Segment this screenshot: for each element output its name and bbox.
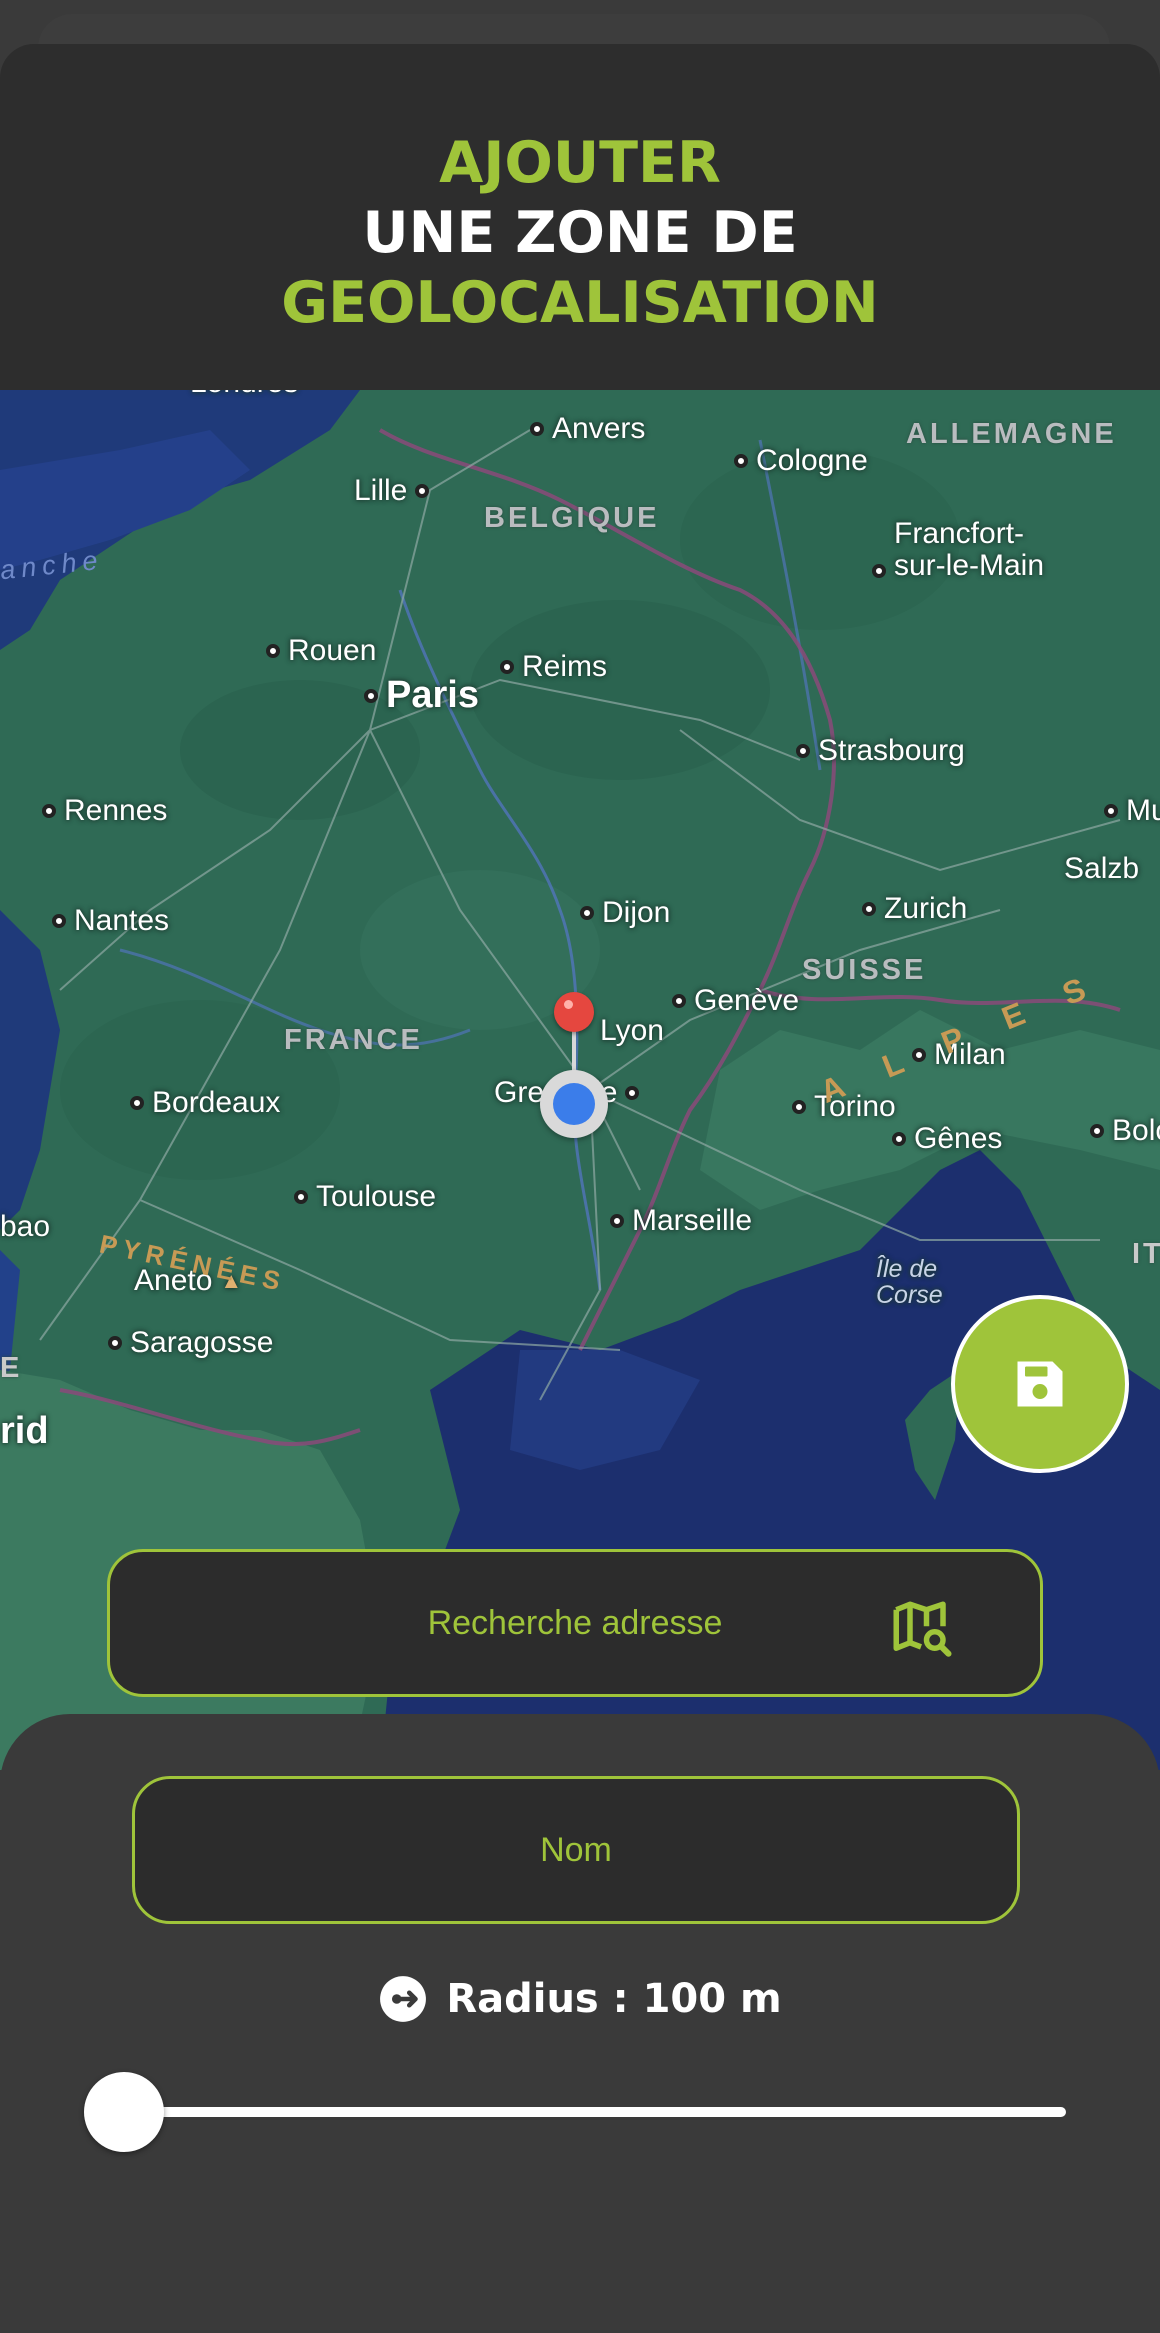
city-label-mu: Mu xyxy=(1104,794,1160,828)
city-label-francfort: Francfort- sur-le-Main xyxy=(872,518,1044,582)
header: AJOUTER UNE ZONE DE GEOLOCALISATION xyxy=(0,44,1160,390)
radius-row: Radius : 100 m xyxy=(0,1974,1160,2024)
bottom-panel: Radius : 100 m xyxy=(0,1714,1160,2333)
city-label-strasbourg: Strasbourg xyxy=(796,734,965,768)
pin-head-icon xyxy=(554,992,594,1032)
city-label-bilbao: bao xyxy=(0,1210,51,1243)
save-button[interactable] xyxy=(951,1295,1129,1473)
city-label-bolo: Bolo xyxy=(1090,1114,1160,1148)
city-label-paris: Paris xyxy=(364,674,479,717)
city-label-salzb: Salzb xyxy=(1064,852,1140,885)
screen: AJOUTER UNE ZONE DE GEOLOCALISATION Anve… xyxy=(0,0,1160,2333)
title-line-1: AJOUTER xyxy=(439,130,721,196)
city-label-nantes: Nantes xyxy=(52,904,169,938)
city-label-saragosse: Saragosse xyxy=(108,1326,273,1360)
title-line-3: GEOLOCALISATION xyxy=(281,270,879,336)
country-label-italie: IT xyxy=(1132,1238,1160,1270)
radius-label: Radius : 100 m xyxy=(446,1976,782,2022)
address-search-bar[interactable]: Recherche adresse xyxy=(107,1549,1043,1697)
city-label-rennes: Rennes xyxy=(42,794,167,828)
address-search-input[interactable]: Recherche adresse xyxy=(428,1604,723,1643)
city-label-genes: Gênes xyxy=(892,1122,1002,1156)
city-label-dijon: Dijon xyxy=(580,896,670,930)
slider-track[interactable] xyxy=(124,2107,1066,2117)
name-input[interactable] xyxy=(135,1830,1017,1870)
name-field[interactable] xyxy=(132,1776,1020,1924)
city-label-reims: Reims xyxy=(500,650,607,684)
country-label-allemagne: ALLEMAGNE xyxy=(906,418,1117,450)
slider-knob[interactable] xyxy=(84,2072,164,2152)
city-label-geneve: Genève xyxy=(672,984,799,1018)
city-label-anvers: Anvers xyxy=(530,412,645,446)
country-label-espagne: E xyxy=(0,1352,23,1384)
map-search-icon[interactable] xyxy=(888,1596,954,1662)
city-label-bordeaux: Bordeaux xyxy=(130,1086,280,1120)
city-label-corse: Île de Corse xyxy=(876,1255,943,1309)
city-label-londres: Londres xyxy=(168,390,298,400)
city-label-lille: Lille xyxy=(354,474,430,508)
city-label-zurich: Zurich xyxy=(862,892,967,926)
location-pin[interactable] xyxy=(540,992,610,1142)
country-label-france: FRANCE xyxy=(284,1024,423,1056)
city-label-toulouse: Toulouse xyxy=(294,1180,436,1214)
city-label-cologne: Cologne xyxy=(734,444,868,478)
radius-slider[interactable] xyxy=(84,2072,1070,2152)
city-label-madrid: rid xyxy=(0,1410,49,1452)
country-label-suisse: SUISSE xyxy=(802,954,927,986)
country-label-belgique: BELGIQUE xyxy=(484,502,660,534)
current-location-icon xyxy=(540,1070,608,1138)
city-label-marseille: Marseille xyxy=(610,1204,752,1238)
floppy-disk-icon xyxy=(1017,1361,1063,1407)
radius-icon xyxy=(380,1976,427,2022)
city-label-rouen: Rouen xyxy=(266,634,376,668)
title-line-2: UNE ZONE DE xyxy=(362,200,798,266)
